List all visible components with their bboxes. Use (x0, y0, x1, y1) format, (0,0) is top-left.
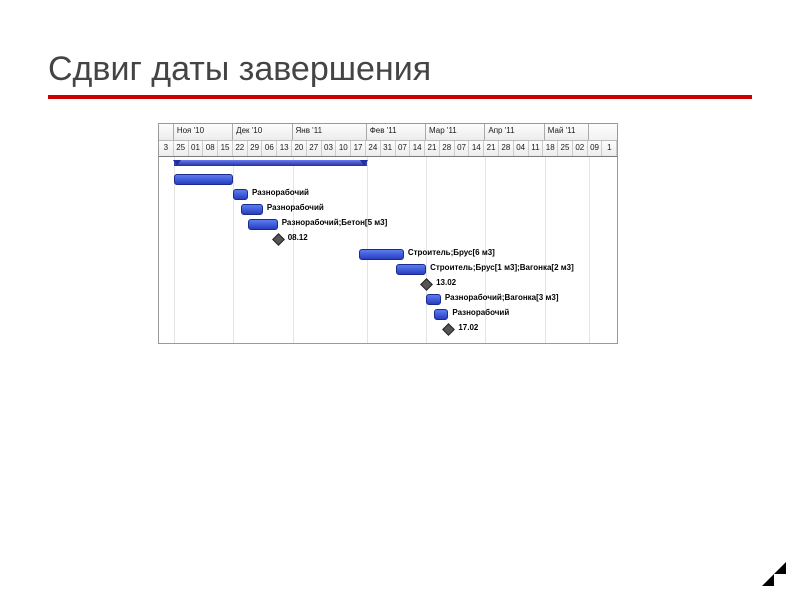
page-corner-icon (762, 562, 786, 586)
task-label: Разнорабочий (452, 308, 509, 317)
task-bar (174, 174, 233, 185)
day-header: 31 (381, 141, 396, 156)
slide-title: Сдвиг даты завершения (48, 50, 752, 89)
day-header: 28 (440, 141, 455, 156)
day-header: 27 (307, 141, 322, 156)
day-header: 25 (174, 141, 189, 156)
gantt-row: Разнорабочий;Бетон[5 м3] (159, 217, 617, 232)
task-bar (248, 219, 278, 230)
day-header: 28 (499, 141, 514, 156)
gantt-body: Разнорабочий Разнорабочий Разнорабочий;Бет… (159, 157, 617, 343)
task-bar (434, 309, 449, 320)
day-header: 21 (425, 141, 440, 156)
gantt-row: Строитель;Брус[6 м3] (159, 247, 617, 262)
day-header: 03 (322, 141, 337, 156)
title-underline (48, 95, 752, 99)
gantt-row: 17.02 (159, 322, 617, 337)
day-header: 3 (159, 141, 174, 156)
day-header: 07 (396, 141, 411, 156)
day-header: 09 (588, 141, 603, 156)
gantt-row: 08.12 (159, 232, 617, 247)
day-header: 04 (514, 141, 529, 156)
day-header: 10 (336, 141, 351, 156)
month-header: Апр '11 (485, 124, 544, 140)
day-header: 18 (543, 141, 558, 156)
task-bar (233, 189, 248, 200)
month-header (159, 124, 174, 140)
day-header: 13 (277, 141, 292, 156)
gantt-row: Разнорабочий (159, 187, 617, 202)
month-header: Май '11 (545, 124, 590, 140)
day-header: 25 (558, 141, 573, 156)
day-header: 15 (218, 141, 233, 156)
task-label: 17.02 (458, 323, 478, 332)
milestone-icon (272, 233, 285, 246)
day-header: 21 (484, 141, 499, 156)
summary-bar (174, 160, 367, 166)
task-bar (426, 294, 441, 305)
gantt-row: Разнорабочий (159, 307, 617, 322)
task-bar (359, 249, 404, 260)
day-header: 01 (189, 141, 204, 156)
task-bar (241, 204, 263, 215)
day-header: 14 (469, 141, 484, 156)
gantt-chart: Ноя '10Дек '10Янв '11Фев '11Мар '11Апр '… (158, 123, 618, 344)
month-header: Ноя '10 (174, 124, 233, 140)
gantt-row (159, 157, 617, 172)
day-header: 20 (292, 141, 307, 156)
month-header: Мар '11 (426, 124, 485, 140)
day-header: 11 (529, 141, 544, 156)
task-label: Строитель;Брус[1 м3];Вагонка[2 м3] (430, 263, 574, 272)
month-header: Янв '11 (293, 124, 367, 140)
month-header: Дек '10 (233, 124, 292, 140)
gantt-timescale: Ноя '10Дек '10Янв '11Фев '11Мар '11Апр '… (159, 124, 617, 157)
day-header: 29 (248, 141, 263, 156)
task-label: 08.12 (288, 233, 308, 242)
day-header: 14 (410, 141, 425, 156)
day-header: 1 (602, 141, 617, 156)
day-header: 08 (203, 141, 218, 156)
month-header: Фев '11 (367, 124, 426, 140)
gantt-row: Разнорабочий (159, 202, 617, 217)
day-header: 17 (351, 141, 366, 156)
task-label: Разнорабочий;Бетон[5 м3] (282, 218, 388, 227)
day-header: 06 (262, 141, 277, 156)
task-label: Разнорабочий;Вагонка[3 м3] (445, 293, 559, 302)
day-header: 22 (233, 141, 248, 156)
gantt-row (159, 172, 617, 187)
task-label: Строитель;Брус[6 м3] (408, 248, 495, 257)
day-header: 02 (573, 141, 588, 156)
task-label: Разнорабочий (267, 203, 324, 212)
milestone-icon (420, 278, 433, 291)
day-header: 24 (366, 141, 381, 156)
gantt-row: Строитель;Брус[1 м3];Вагонка[2 м3] (159, 262, 617, 277)
gantt-row: 13.02 (159, 277, 617, 292)
milestone-icon (442, 323, 455, 336)
task-label: Разнорабочий (252, 188, 309, 197)
gantt-row: Разнорабочий;Вагонка[3 м3] (159, 292, 617, 307)
task-bar (396, 264, 426, 275)
task-label: 13.02 (436, 278, 456, 287)
day-header: 07 (455, 141, 470, 156)
